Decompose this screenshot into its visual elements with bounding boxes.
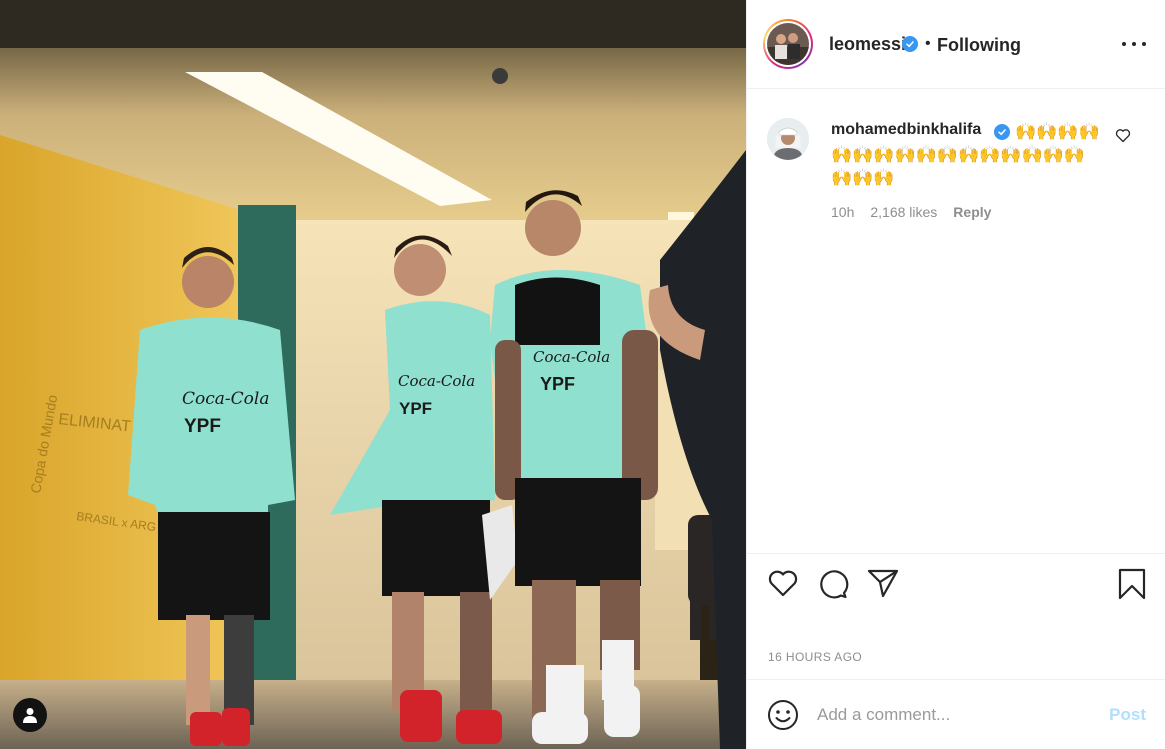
comments-list[interactable]: mohamedbinkhalifa 🙌🙌🙌🙌🙌🙌🙌🙌🙌🙌🙌🙌🙌🙌🙌🙌🙌🙌🙌 10… bbox=[747, 90, 1165, 552]
comment-text: 🙌🙌🙌🙌🙌🙌🙌🙌🙌🙌🙌🙌🙌🙌🙌🙌🙌🙌🙌 bbox=[831, 122, 1100, 187]
post-header: leomessi • Following bbox=[747, 0, 1165, 89]
heart-icon bbox=[768, 570, 798, 597]
post-side-panel: leomessi • Following mohamedbinkhalifa 🙌… bbox=[746, 0, 1165, 749]
comment-text-block: 🙌🙌🙌🙌🙌🙌🙌🙌🙌🙌🙌🙌🙌🙌🙌🙌🙌🙌🙌 bbox=[831, 120, 1101, 189]
post-actions bbox=[747, 553, 1165, 615]
emoji-icon bbox=[768, 700, 798, 730]
comment-avatar[interactable] bbox=[767, 118, 809, 160]
emoji-button[interactable] bbox=[767, 699, 799, 736]
posted-time[interactable]: 16 HOURS AGO bbox=[768, 650, 862, 664]
user-tag-button[interactable] bbox=[13, 698, 47, 732]
more-options-icon[interactable] bbox=[1122, 36, 1146, 52]
sponsor-text-middle: Coca-Cola bbox=[398, 372, 475, 390]
user-tag-icon bbox=[23, 708, 37, 723]
sponsor-text-right: Coca-Cola bbox=[533, 348, 610, 366]
post-photo[interactable]: Coca-Cola YPF Coca-Cola YPF Coca-Cola YP… bbox=[0, 0, 746, 749]
comment-like-button[interactable] bbox=[1115, 128, 1131, 148]
comment-reply-button[interactable]: Reply bbox=[953, 204, 991, 220]
comment-composer: Post bbox=[747, 679, 1165, 749]
post-comment-button[interactable]: Post bbox=[1109, 705, 1146, 725]
author-avatar-image bbox=[767, 23, 809, 65]
comment-meta: 10h 2,168 likes Reply bbox=[831, 204, 1007, 220]
header-separator: • bbox=[925, 35, 931, 52]
brand-text-right: YPF bbox=[540, 374, 575, 394]
share-icon bbox=[867, 569, 899, 598]
comment-icon bbox=[820, 570, 849, 599]
author-username[interactable]: leomessi bbox=[829, 34, 906, 55]
brand-text-left: YPF bbox=[184, 416, 221, 437]
author-avatar[interactable] bbox=[763, 19, 813, 69]
add-comment-input[interactable] bbox=[817, 702, 1087, 728]
save-button[interactable] bbox=[1117, 568, 1147, 605]
bookmark-icon bbox=[1118, 568, 1146, 600]
verified-icon bbox=[902, 36, 918, 52]
following-button[interactable]: Following bbox=[937, 35, 1021, 56]
post-photo-scene: Coca-Cola YPF Coca-Cola YPF Coca-Cola YP… bbox=[0, 0, 746, 749]
brand-text-middle: YPF bbox=[399, 399, 432, 418]
share-button[interactable] bbox=[867, 568, 899, 603]
like-button[interactable] bbox=[767, 568, 799, 603]
sponsor-text-left: Coca-Cola bbox=[182, 389, 269, 409]
comment-time[interactable]: 10h bbox=[831, 204, 854, 220]
comment-heart-icon bbox=[1115, 129, 1131, 143]
comment-button[interactable] bbox=[817, 568, 849, 605]
commenter-avatar-image bbox=[767, 118, 809, 160]
comment-likes[interactable]: 2,168 likes bbox=[870, 204, 937, 220]
